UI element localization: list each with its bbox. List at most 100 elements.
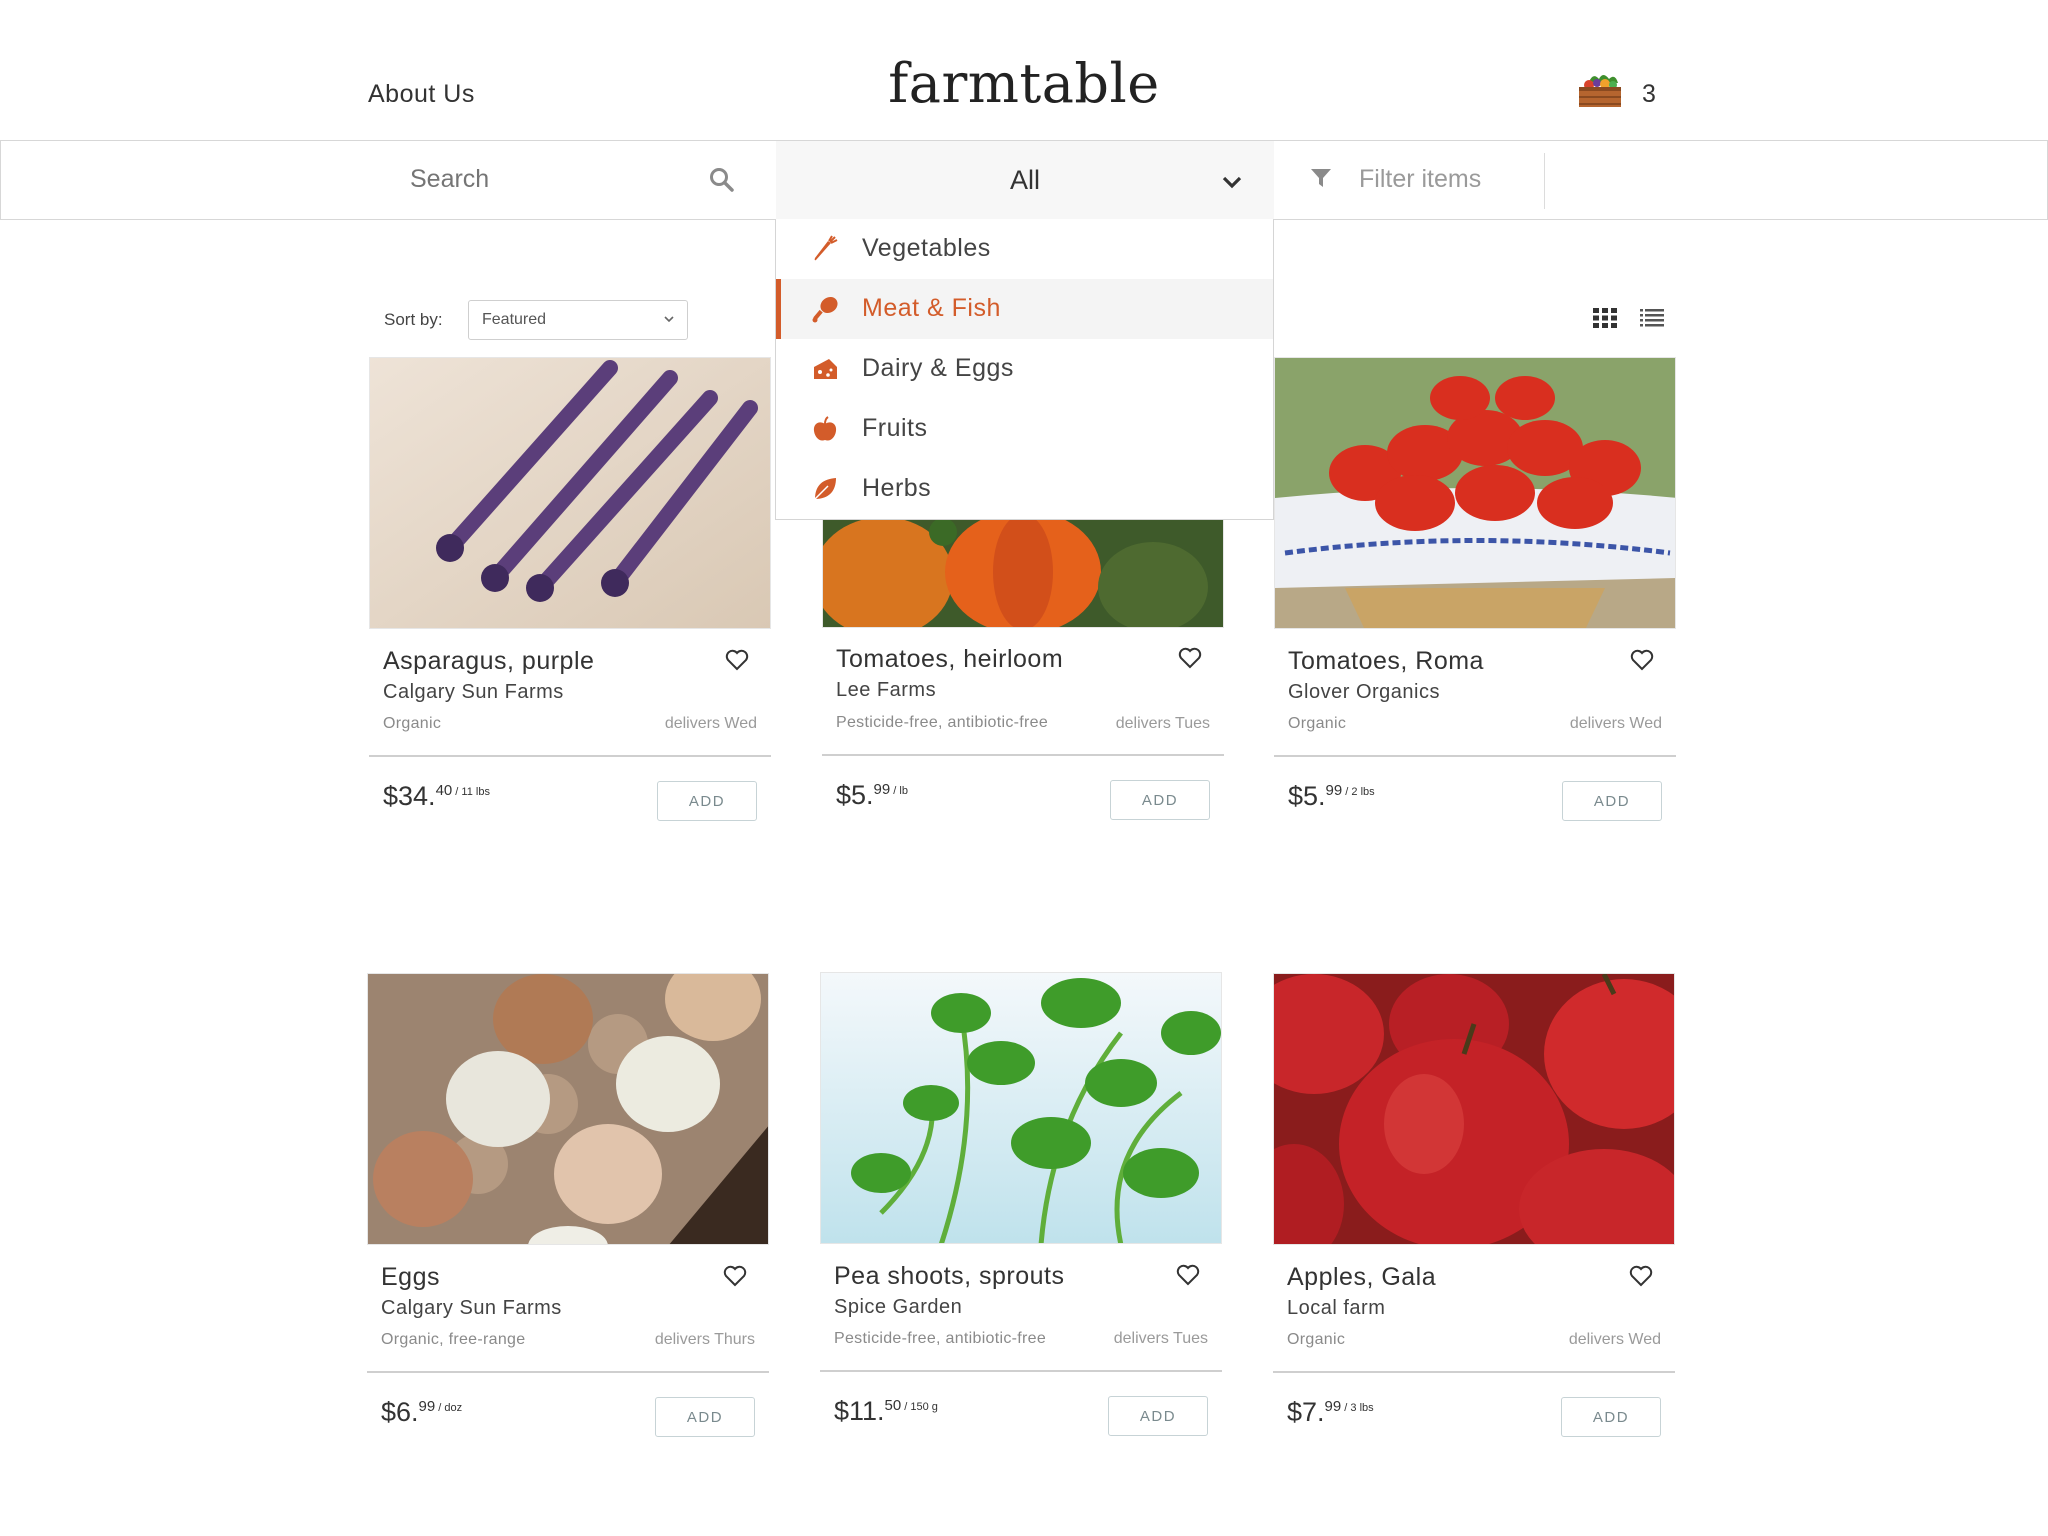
price-cents: 40 [435,782,453,799]
eggs-carton-photo [368,974,768,1244]
filter-toolbar: All Filter items [0,140,2048,220]
price-cents: 50 [884,1397,902,1414]
card-divider [1273,1371,1675,1373]
product-farm: Local farm [1287,1297,1386,1319]
price-whole: $34. [383,781,436,811]
product-image[interactable] [367,973,769,1245]
product-name: Apples, Gala [1287,1263,1437,1291]
dropdown-item-fruits[interactable]: Fruits [776,399,1273,459]
heart-icon[interactable] [725,649,749,671]
product-farm: Spice Garden [834,1296,963,1318]
price-unit: / 150 g [901,1401,938,1413]
dropdown-item-dairy-eggs[interactable]: Dairy & Eggs [776,339,1273,399]
sort-select[interactable]: Featured [468,300,688,340]
product-delivery-day: delivers Wed [1568,1331,1661,1348]
product-delivery-day: delivers Wed [664,715,757,732]
dropdown-item-herbs[interactable]: Herbs [776,459,1273,519]
price-unit: / 3 lbs [1341,1402,1374,1414]
product-card: Eggs Calgary Sun Farms Organic, free-ran… [367,973,769,1463]
heart-icon[interactable] [1178,647,1202,669]
card-divider [822,754,1224,756]
add-to-cart-button[interactable]: ADD [1562,781,1662,821]
product-name: Eggs [381,1263,440,1291]
product-price: $34.40 / 11 lbs [383,781,490,812]
product-farm: Calgary Sun Farms [381,1297,562,1319]
card-divider [1274,755,1676,757]
price-cents: 99 [418,1398,436,1415]
grid-view-icon[interactable] [1593,307,1617,329]
search-icon[interactable] [709,167,735,193]
heart-icon[interactable] [1630,649,1654,671]
chevron-down-icon [664,316,674,323]
cheese-icon [814,359,837,379]
add-to-cart-button[interactable]: ADD [1110,780,1210,820]
produce-crate-icon [1579,75,1621,107]
price-whole: $5. [836,780,874,810]
pea-shoots-photo [821,973,1221,1243]
product-name: Tomatoes, Roma [1288,647,1484,675]
dropdown-item-label: Dairy & Eggs [862,354,1014,382]
dropdown-item-label: Herbs [862,474,932,502]
add-to-cart-button[interactable]: ADD [1108,1396,1208,1436]
price-unit: / doz [435,1402,463,1414]
product-image[interactable] [820,972,1222,1244]
price-unit: / 11 lbs [452,786,490,798]
product-name: Tomatoes, heirloom [836,645,1064,673]
leaf-icon [814,478,836,500]
product-card: Pea shoots, sprouts Spice Garden Pestici… [820,972,1222,1462]
site-header: About Us farmtable 3 [0,0,2048,140]
search-input[interactable] [410,165,690,194]
list-view-icon[interactable] [1640,307,1664,329]
product-delivery-day: delivers Wed [1569,715,1662,732]
site-logo[interactable]: farmtable [0,52,2048,115]
product-tags: Pesticide-free, antibiotic-free [836,714,1049,731]
heart-icon[interactable] [723,1265,747,1287]
sort-selected-value: Featured [482,311,547,328]
product-delivery-day: delivers Thurs [654,1331,755,1348]
cart-count: 3 [1642,80,1656,108]
price-whole: $7. [1287,1397,1325,1427]
product-image[interactable] [1274,357,1676,629]
dropdown-item-label: Meat & Fish [862,294,1001,322]
apple-icon [813,416,837,441]
add-to-cart-button[interactable]: ADD [1561,1397,1661,1437]
product-tags: Organic [1287,1331,1346,1348]
dropdown-item-vegetables[interactable]: Vegetables [776,219,1273,279]
product-price: $7.99 / 3 lbs [1287,1397,1374,1428]
price-unit: / 2 lbs [1342,786,1375,798]
heart-icon[interactable] [1629,1265,1653,1287]
product-name: Pea shoots, sprouts [834,1262,1065,1290]
product-tags: Organic, free-range [381,1331,526,1348]
add-to-cart-button[interactable]: ADD [655,1397,755,1437]
product-image[interactable] [1273,973,1675,1245]
product-price: $6.99 / doz [381,1397,462,1428]
add-to-cart-button[interactable]: ADD [657,781,757,821]
category-select[interactable]: All [776,141,1274,219]
dropdown-item-meat-fish[interactable]: Meat & Fish [776,279,1273,339]
dropdown-item-label: Fruits [862,414,928,442]
card-divider [367,1371,769,1373]
carrot-icon [814,235,838,261]
product-tags: Organic [383,715,442,732]
cart-button[interactable]: 3 [1575,70,1656,110]
product-card: Asparagus, purple Calgary Sun Farms Orga… [369,357,771,847]
product-delivery-day: delivers Tues [1115,715,1210,732]
sort-by-label: Sort by: [384,310,443,329]
chevron-down-icon[interactable] [1222,175,1242,189]
toolbar-divider [1544,153,1545,209]
filter-items-button[interactable]: Filter items [1359,165,1481,194]
purple-asparagus-photo [370,358,770,628]
product-delivery-day: delivers Tues [1113,1330,1208,1347]
heart-icon[interactable] [1176,1264,1200,1286]
price-whole: $11. [834,1396,885,1426]
product-name: Asparagus, purple [383,647,595,675]
price-cents: 99 [1325,782,1343,799]
price-whole: $5. [1288,781,1326,811]
card-divider [820,1370,1222,1372]
product-price: $5.99 / 2 lbs [1288,781,1375,812]
filter-funnel-icon[interactable] [1310,167,1332,189]
roma-tomatoes-photo [1275,358,1675,628]
product-farm: Lee Farms [836,679,937,701]
product-image[interactable] [369,357,771,629]
dropdown-item-label: Vegetables [862,234,991,262]
